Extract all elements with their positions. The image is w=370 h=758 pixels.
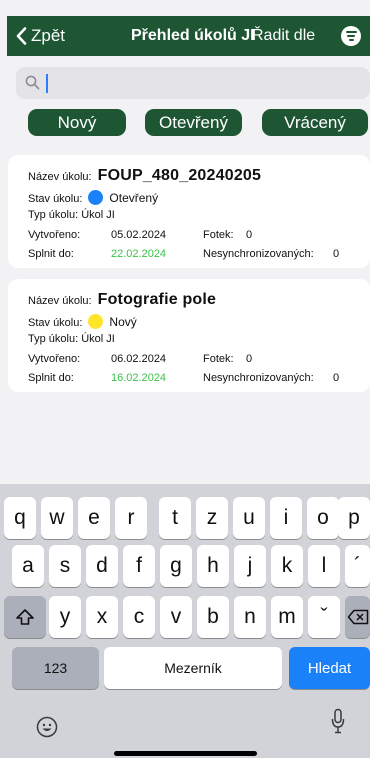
space-key[interactable]: Mezerník: [104, 647, 282, 689]
key-b[interactable]: b: [197, 596, 229, 638]
key-u[interactable]: u: [233, 497, 265, 539]
task-state-row: Stav úkolu: Nový: [28, 314, 137, 329]
task-type-label: Typ úkolu:: [28, 333, 79, 345]
key-j[interactable]: j: [234, 545, 266, 587]
task-name-row: Název úkolu: FOUP_480_20240205: [28, 167, 261, 185]
photos-label: Fotek:: [203, 353, 234, 365]
key-g[interactable]: g: [160, 545, 192, 587]
search-key[interactable]: Hledat: [289, 647, 370, 689]
task-type-row: Typ úkolu: Úkol JI: [28, 209, 115, 221]
navigation-bar: Zpět Přehled úkolů JI Řadit dle: [7, 16, 370, 56]
due-label: Splnit do:: [28, 248, 74, 260]
key-a[interactable]: a: [12, 545, 44, 587]
key-s[interactable]: s: [49, 545, 81, 587]
filter-new-button[interactable]: Nový: [28, 109, 126, 136]
task-name: FOUP_480_20240205: [97, 167, 262, 184]
created-label: Vytvořeno:: [28, 229, 81, 241]
key-z[interactable]: z: [196, 497, 228, 539]
unsynced-label: Nesynchronizovaných:: [203, 372, 314, 384]
delete-key[interactable]: [345, 596, 370, 638]
text-cursor: [46, 74, 48, 93]
chevron-left-icon: [16, 27, 27, 45]
photos-count: 0: [246, 353, 253, 365]
key-h[interactable]: h: [197, 545, 229, 587]
key-caron[interactable]: ˇ: [308, 596, 340, 638]
photos-count: 0: [246, 229, 253, 241]
search-input[interactable]: [45, 67, 345, 99]
key-t[interactable]: t: [159, 497, 191, 539]
key-k[interactable]: k: [271, 545, 303, 587]
task-name-label: Název úkolu:: [28, 295, 92, 307]
task-name-label: Název úkolu:: [28, 171, 92, 183]
sort-button[interactable]: Řadit dle: [252, 16, 315, 56]
key-f[interactable]: f: [123, 545, 155, 587]
unsynced-count: 0: [333, 372, 340, 384]
back-button[interactable]: Zpět: [16, 16, 65, 56]
photos-label: Fotek:: [203, 229, 234, 241]
task-type: Úkol JI: [81, 209, 115, 221]
created-label: Vytvořeno:: [28, 353, 81, 365]
shift-icon: [16, 609, 34, 625]
task-type: Úkol JI: [81, 333, 115, 345]
task-state: Otevřený: [109, 191, 159, 205]
key-o[interactable]: o: [307, 497, 339, 539]
search-bar[interactable]: [16, 67, 370, 99]
unsynced-label: Nesynchronizovaných:: [203, 248, 314, 260]
key-d[interactable]: d: [86, 545, 118, 587]
task-state-row: Stav úkolu: Otevřený: [28, 190, 158, 205]
due-date: 22.02.2024: [111, 248, 167, 260]
emoji-icon[interactable]: [36, 716, 58, 738]
created-date: 06.02.2024: [111, 353, 167, 365]
task-card[interactable]: Název úkolu: Fotografie pole Stav úkolu: N…: [8, 279, 370, 392]
key-v[interactable]: v: [160, 596, 192, 638]
task-card[interactable]: Název úkolu: FOUP_480_20240205 Stav úkolu…: [8, 155, 370, 268]
state-dot: [88, 190, 104, 205]
numbers-key[interactable]: 123: [12, 647, 99, 689]
task-state-label: Stav úkolu:: [28, 193, 83, 205]
key-c[interactable]: c: [123, 596, 155, 638]
shift-key[interactable]: [4, 596, 46, 638]
back-label: Zpět: [31, 26, 66, 45]
key-acute[interactable]: ´: [345, 545, 370, 587]
task-type-row: Typ úkolu: Úkol JI: [28, 333, 115, 345]
key-n[interactable]: n: [234, 596, 266, 638]
due-label: Splnit do:: [28, 372, 74, 384]
status-bar: [0, 0, 370, 14]
task-state: Nový: [109, 315, 137, 329]
key-x[interactable]: x: [86, 596, 118, 638]
home-indicator: [114, 751, 257, 756]
delete-icon: [347, 609, 368, 625]
unsynced-count: 0: [333, 248, 340, 260]
microphone-icon[interactable]: [331, 708, 345, 736]
task-name-row: Název úkolu: Fotografie pole: [28, 291, 216, 309]
key-w[interactable]: w: [41, 497, 73, 539]
task-name: Fotografie pole: [97, 291, 217, 308]
key-i[interactable]: i: [270, 497, 302, 539]
filter-returned-button[interactable]: Vrácený: [262, 109, 368, 136]
due-date: 16.02.2024: [111, 372, 167, 384]
key-r[interactable]: r: [115, 497, 147, 539]
key-p[interactable]: p: [338, 497, 370, 539]
search-icon: [25, 75, 40, 90]
filter-open-button[interactable]: Otevřený: [145, 109, 242, 136]
task-type-label: Typ úkolu:: [28, 209, 79, 221]
key-m[interactable]: m: [271, 596, 303, 638]
state-dot: [88, 314, 104, 329]
key-q[interactable]: q: [4, 497, 36, 539]
task-state-label: Stav úkolu:: [28, 317, 83, 329]
key-y[interactable]: y: [49, 596, 81, 638]
page-title: Přehled úkolů JI: [131, 27, 255, 44]
created-date: 05.02.2024: [111, 229, 167, 241]
filter-menu-icon[interactable]: [341, 26, 361, 46]
key-l[interactable]: l: [308, 545, 340, 587]
key-e[interactable]: e: [78, 497, 110, 539]
